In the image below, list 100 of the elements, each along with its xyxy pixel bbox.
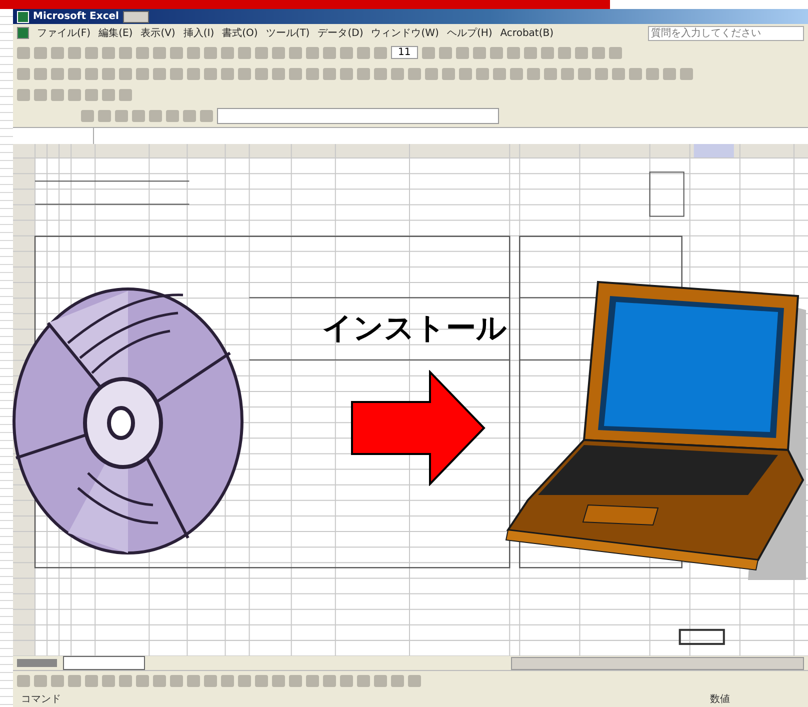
sheet-tab[interactable] [63,656,145,670]
help-search-field[interactable]: 質問を入力してください [648,26,804,40]
tool-icon[interactable] [357,46,370,58]
tool-icon[interactable] [221,675,234,687]
tool-icon[interactable] [340,46,353,58]
tool-icon[interactable] [136,675,149,687]
menu-item[interactable]: 表示(V) [140,26,176,40]
tool-icon[interactable] [68,68,81,80]
tool-icon[interactable] [102,46,115,58]
tool-icon[interactable] [374,675,387,687]
tool-icon[interactable] [221,68,234,80]
tool-icon[interactable] [608,46,622,58]
tool-icon[interactable] [438,46,452,58]
font-size-field[interactable]: 11 [391,46,418,59]
tool-icon[interactable] [153,675,166,687]
tool-icon[interactable] [289,675,302,687]
tool-icon[interactable] [357,675,370,687]
tool-icon[interactable] [170,675,183,687]
tool-icon[interactable] [476,68,489,80]
tool-icon[interactable] [166,110,179,122]
tool-icon[interactable] [524,46,537,58]
tool-icon[interactable] [34,675,47,687]
tool-icon[interactable] [629,68,642,80]
tool-icon[interactable] [612,68,625,80]
address-field[interactable] [217,108,499,124]
menu-item[interactable]: ウィンドウ(W) [371,26,439,40]
tool-icon[interactable] [102,88,115,100]
tool-icon[interactable] [68,46,81,58]
tool-icon[interactable] [17,68,30,80]
menu-item[interactable]: ファイル(F) [37,26,91,40]
tool-icon[interactable] [34,68,47,80]
tool-icon[interactable] [238,46,251,58]
tool-icon[interactable] [51,88,64,100]
tool-icon[interactable] [459,68,472,80]
tool-icon[interactable] [34,46,47,58]
tool-icon[interactable] [170,68,183,80]
tool-icon[interactable] [558,46,571,58]
tool-icon[interactable] [102,675,115,687]
tool-icon[interactable] [422,46,435,58]
tool-icon[interactable] [340,68,353,80]
tool-icon[interactable] [200,110,213,122]
tool-icon[interactable] [323,675,336,687]
tool-icon[interactable] [323,46,336,58]
tool-icon[interactable] [592,46,605,58]
tool-icon[interactable] [595,68,608,80]
tool-icon[interactable] [442,68,455,80]
tool-icon[interactable] [204,675,217,687]
tool-icon[interactable] [506,46,520,58]
tool-icon[interactable] [187,46,200,58]
tool-icon[interactable] [306,46,319,58]
tool-icon[interactable] [119,675,132,687]
tool-icon[interactable] [561,68,574,80]
tool-icon[interactable] [527,68,540,80]
tool-icon[interactable] [490,46,503,58]
tool-icon[interactable] [85,68,98,80]
menu-item[interactable]: ツール(T) [266,26,310,40]
tool-icon[interactable] [81,110,94,122]
tool-icon[interactable] [68,88,81,100]
menu-item[interactable]: データ(D) [318,26,364,40]
tool-icon[interactable] [115,110,128,122]
tool-icon[interactable] [204,46,217,58]
tool-icon[interactable] [119,46,132,58]
tool-icon[interactable] [357,68,370,80]
tool-icon[interactable] [289,68,302,80]
tool-icon[interactable] [374,68,387,80]
tool-icon[interactable] [34,88,47,100]
tool-icon[interactable] [17,675,30,687]
tool-icon[interactable] [17,88,30,100]
tool-icon[interactable] [85,675,98,687]
menu-item[interactable]: 編集(E) [98,26,133,40]
tool-icon[interactable] [102,68,115,80]
tool-icon[interactable] [51,675,64,687]
tool-icon[interactable] [51,68,64,80]
menu-item[interactable]: Acrobat(B) [500,28,554,38]
tool-icon[interactable] [51,46,64,58]
tool-icon[interactable] [306,675,319,687]
tool-icon[interactable] [472,46,486,58]
tool-icon[interactable] [204,68,217,80]
tool-icon[interactable] [340,675,353,687]
tool-icon[interactable] [323,68,336,80]
tool-icon[interactable] [119,88,132,100]
tool-icon[interactable] [85,88,98,100]
tool-icon[interactable] [574,46,588,58]
tool-icon[interactable] [149,110,162,122]
window-controls-icon[interactable] [122,10,149,22]
tool-icon[interactable] [187,675,200,687]
tool-icon[interactable] [680,68,693,80]
tool-icon[interactable] [183,110,196,122]
tool-icon[interactable] [578,68,591,80]
tool-icon[interactable] [289,46,302,58]
tool-icon[interactable] [132,110,145,122]
tool-icon[interactable] [255,46,268,58]
tool-icon[interactable] [238,68,251,80]
tool-icon[interactable] [255,68,268,80]
tool-icon[interactable] [272,675,285,687]
tool-icon[interactable] [153,46,166,58]
tool-icon[interactable] [85,46,98,58]
tool-icon[interactable] [272,46,285,58]
tool-icon[interactable] [456,46,469,58]
tool-icon[interactable] [510,68,523,80]
